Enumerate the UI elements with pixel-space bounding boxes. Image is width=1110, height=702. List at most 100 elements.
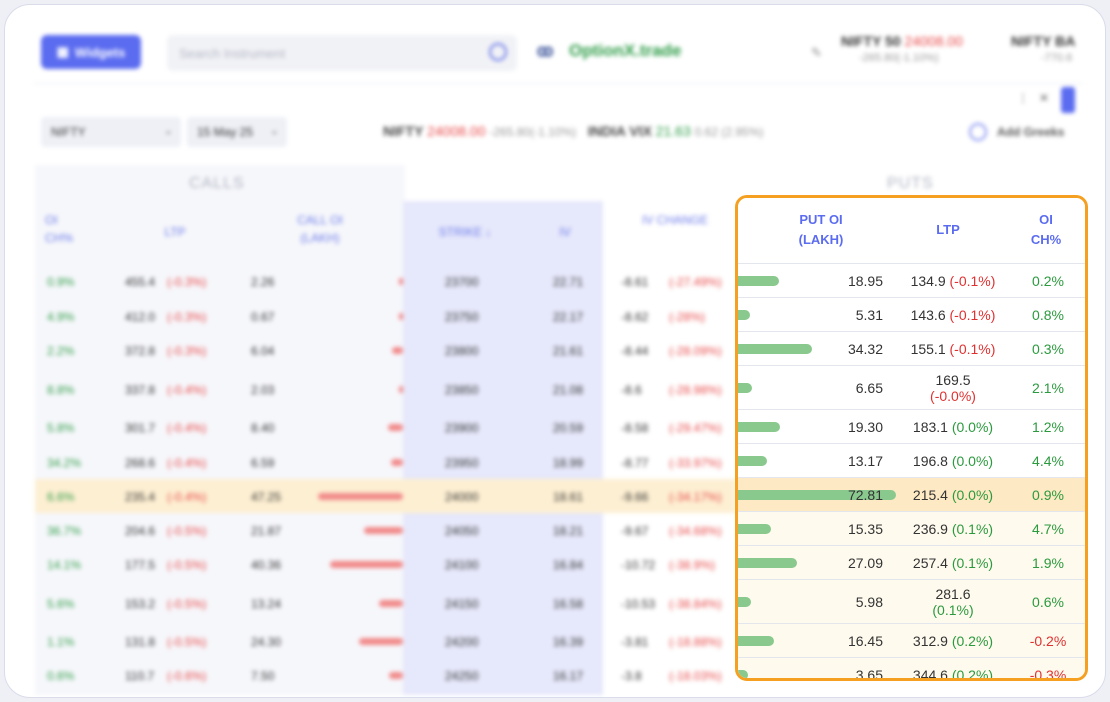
iv-change: -9.66 <box>621 490 649 504</box>
put-oi-bar <box>738 310 750 320</box>
put-row[interactable]: 34.32 155.1 (-0.1%) 0.3% <box>738 332 1085 366</box>
put-oi-ch: 0.8% <box>1032 307 1064 323</box>
header-put-oi-ch[interactable]: OI CH% <box>1026 210 1066 250</box>
more-icon[interactable]: ⋮ <box>1017 91 1029 105</box>
search-placeholder: Search Instrument <box>179 46 286 61</box>
put-oi-panel: PUT OI (LAKH) LTP OI CH% 18.95 134.9 (-0.… <box>735 195 1088 681</box>
call-ltp: 412.0 <box>125 310 156 324</box>
call-oi-bar <box>388 424 403 431</box>
put-oi-value: 34.32 <box>847 341 883 357</box>
put-oi-value: 72.81 <box>847 487 883 503</box>
put-ltp-change: (0.0%) <box>951 487 994 503</box>
put-oi-bar <box>738 670 748 678</box>
put-oi-ch: -0.3% <box>1029 667 1067 681</box>
put-ltp-change: (0.0%) <box>951 419 994 435</box>
put-oi-ch: 1.9% <box>1032 555 1064 571</box>
index-value: 24008.00 <box>904 33 963 49</box>
brand-name: OptionX.trade <box>569 41 682 60</box>
put-oi-value: 5.98 <box>855 594 883 610</box>
put-row[interactable]: 5.31 143.6 (-0.1%) 0.8% <box>738 298 1085 332</box>
call-oi-ch: 4.9% <box>47 310 75 324</box>
call-ltp-change: (-0.4%) <box>167 421 207 435</box>
strike-price: 24250 <box>445 669 479 683</box>
strike-price: 24150 <box>445 597 479 611</box>
index-niftybank[interactable]: NIFTY BA -770.6 <box>1011 33 1075 64</box>
put-ltp-change: (0.2%) <box>951 667 994 681</box>
header-put-oi[interactable]: PUT OI (LAKH) <box>778 210 864 250</box>
call-ltp: 204.6 <box>125 524 156 538</box>
put-oi-ch: 0.9% <box>1032 487 1064 503</box>
call-ltp: 301.7 <box>125 421 156 435</box>
iv-change-pct: (-18.88%) <box>669 635 722 649</box>
put-ltp: 183.1 (0.0%) <box>898 419 1008 435</box>
index-nifty50[interactable]: NIFTY 50 24008.00 -265.80(-1.10%) <box>841 33 963 64</box>
call-oi-bar <box>391 459 403 466</box>
put-oi-ch: 2.1% <box>1032 380 1064 396</box>
call-oi-ch: 6.6% <box>47 490 75 504</box>
header-oi-ch[interactable]: OI CH% <box>45 211 85 247</box>
put-row[interactable]: 16.45 312.9 (0.2%) -0.2% <box>738 624 1085 658</box>
add-greeks-button[interactable]: Add Greeks <box>969 123 1064 141</box>
put-oi-value: 5.31 <box>855 307 883 323</box>
put-row[interactable]: 3.65 344.6 (0.2%) -0.3% <box>738 658 1085 681</box>
put-oi-value: 27.09 <box>847 555 883 571</box>
top-bar: ▦ Widgets Search Instrument ꝏ OptionX.tr… <box>5 19 1105 75</box>
put-ltp-price: 169.5 <box>935 372 971 388</box>
put-ltp-change: (0.0%) <box>951 453 994 469</box>
call-ltp-change: (-0.5%) <box>167 597 207 611</box>
header-put-ltp[interactable]: LTP <box>918 220 978 240</box>
put-ltp-change: (-0.1%) <box>949 273 996 289</box>
put-row-atm[interactable]: 72.81 215.4 (0.0%) 0.9% <box>738 478 1085 512</box>
put-row[interactable]: 18.95 134.9 (-0.1%) 0.2% <box>738 264 1085 298</box>
put-row[interactable]: 5.98 281.6 (0.1%) 0.6% <box>738 580 1085 624</box>
put-ltp: 169.5 (-0.0%) <box>898 372 1008 404</box>
put-row[interactable]: 19.30 183.1 (0.0%) 1.2% <box>738 410 1085 444</box>
symbol-select[interactable]: NIFTY ⌄ <box>41 117 181 147</box>
search-input[interactable]: Search Instrument <box>167 35 517 71</box>
expiry-select[interactable]: 15 May 25 ⌄ <box>187 117 287 147</box>
header-iv[interactable]: IV <box>545 223 585 241</box>
put-oi-bar <box>738 383 752 393</box>
put-row[interactable]: 27.09 257.4 (0.1%) 1.9% <box>738 546 1085 580</box>
call-oi: 8.40 <box>251 421 275 435</box>
call-ltp-change: (-0.3%) <box>167 344 207 358</box>
header-iv-change[interactable]: IV CHANGE <box>635 211 715 229</box>
call-oi: 2.03 <box>251 383 275 397</box>
header-ltp[interactable]: LTP <box>145 223 205 241</box>
search-icon[interactable] <box>489 43 507 61</box>
close-icon[interactable]: ✕ <box>1039 91 1049 105</box>
widgets-icon: ▦ <box>56 44 69 59</box>
call-oi-bar <box>389 672 403 679</box>
panel-toggle[interactable] <box>1061 87 1075 113</box>
call-ltp-change: (-0.5%) <box>167 558 207 572</box>
iv-change-pct: (-34.17%) <box>669 490 722 504</box>
widgets-button[interactable]: ▦ Widgets <box>41 35 141 69</box>
call-oi: 6.59 <box>251 456 275 470</box>
put-row[interactable]: 6.65 169.5 (-0.0%) 2.1% <box>738 366 1085 410</box>
put-oi-value: 15.35 <box>847 521 883 537</box>
iv-value: 22.71 <box>553 275 584 289</box>
strike-price: 24200 <box>445 635 479 649</box>
put-ltp: 155.1 (-0.1%) <box>898 341 1008 357</box>
call-oi-ch: 0.9% <box>47 275 75 289</box>
header-strike[interactable]: STRIKE ↓ <box>425 223 505 241</box>
put-row[interactable]: 13.17 196.8 (0.0%) 4.4% <box>738 444 1085 478</box>
put-ltp-price: 312.9 <box>912 633 952 649</box>
edit-icon[interactable]: ✎ <box>811 45 822 61</box>
put-row[interactable]: 15.35 236.9 (0.1%) 4.7% <box>738 512 1085 546</box>
put-ltp-change: (0.2%) <box>951 633 994 649</box>
call-oi-ch: 1.1% <box>47 635 75 649</box>
strike-price: 24100 <box>445 558 479 572</box>
call-oi-ch: 36.7% <box>47 524 82 538</box>
put-ltp-price: 143.6 <box>910 307 950 323</box>
put-oi-ch: 4.4% <box>1032 453 1064 469</box>
call-ltp: 110.7 <box>125 669 155 683</box>
put-ltp: 281.6 (0.1%) <box>898 586 1008 618</box>
put-oi-bar <box>738 276 779 286</box>
call-oi-bar <box>318 493 403 500</box>
put-ltp-price: 344.6 <box>912 667 952 681</box>
header-call-oi[interactable]: CALL OI (LAKH) <box>285 211 355 247</box>
call-ltp-change: (-0.5%) <box>167 635 207 649</box>
put-oi-bar <box>738 597 751 607</box>
call-oi: 47.25 <box>251 490 282 504</box>
